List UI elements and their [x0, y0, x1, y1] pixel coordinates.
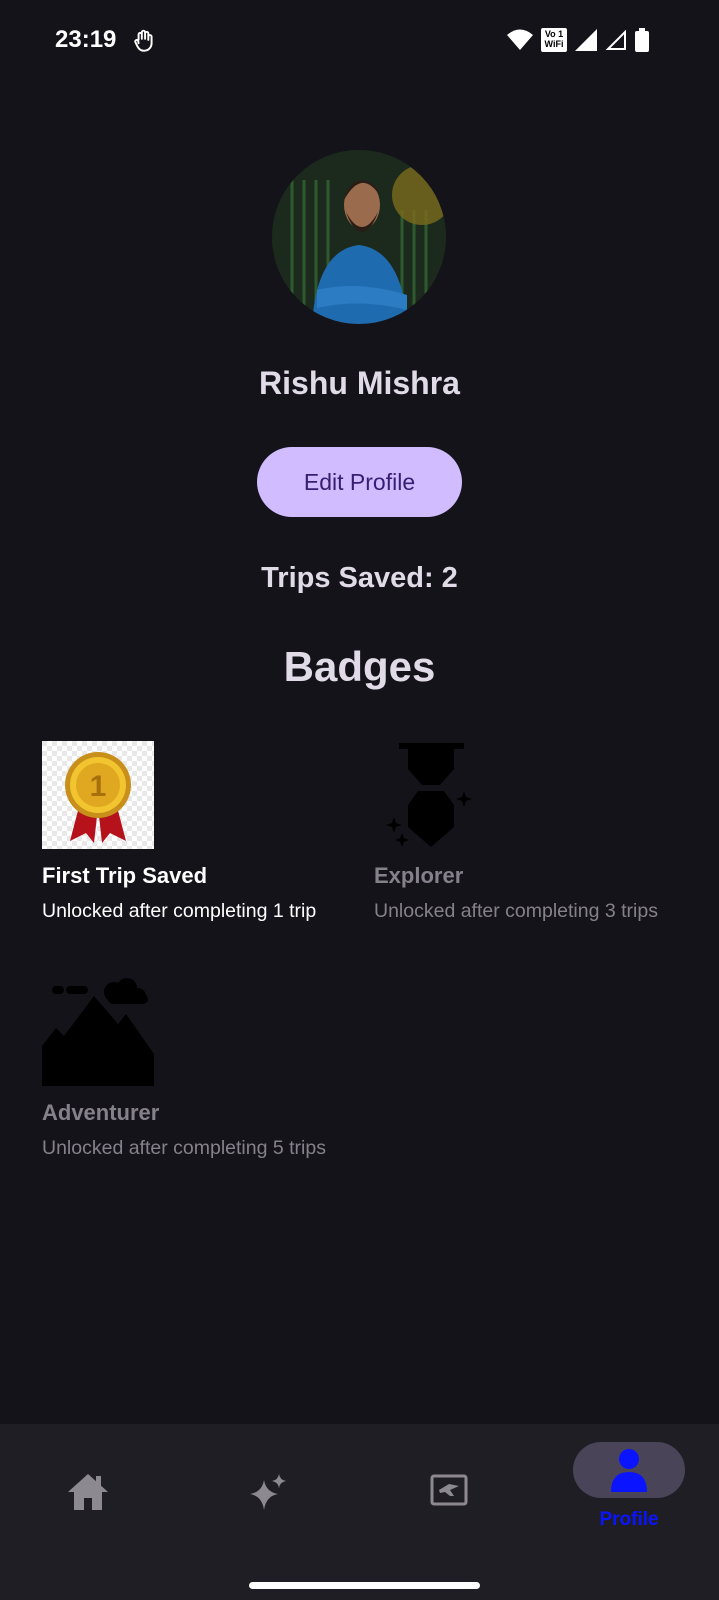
edit-profile-button[interactable]: Edit Profile: [257, 447, 462, 517]
badges-heading: Badges: [283, 643, 436, 690]
trips-saved-count: Trips Saved: 2: [261, 562, 458, 594]
status-time: 23:19: [55, 26, 117, 53]
avatar: [272, 150, 446, 324]
vowifi-icon: Vo 1 WiFi: [541, 28, 567, 52]
explorer-medal-icon: [374, 741, 486, 849]
nav-profile[interactable]: [573, 1442, 685, 1498]
sparkles-icon: [250, 1474, 286, 1510]
bottom-navigation: Profile: [0, 1424, 719, 1600]
home-indicator[interactable]: [249, 1582, 480, 1589]
signal-icon-2: [605, 29, 626, 50]
status-bar: 23:19 Vo 1 WiFi: [0, 0, 719, 84]
badge-adventurer: Adventurer Unlocked after completing 5 t…: [42, 978, 332, 1161]
status-icons: Vo 1 WiFi: [507, 28, 649, 52]
profile-name: Rishu Mishra: [259, 365, 460, 401]
svg-text:1: 1: [90, 770, 107, 803]
battery-icon: [635, 28, 649, 52]
home-icon: [68, 1474, 108, 1510]
signal-icon: [575, 29, 597, 51]
badge-name: Adventurer: [42, 1100, 160, 1125]
ticket-icon: [430, 1474, 468, 1506]
gold-medal-icon: 1: [42, 741, 154, 849]
mountain-icon: [42, 978, 154, 1086]
wifi-icon: [507, 29, 533, 50]
nav-ai[interactable]: [208, 1424, 328, 1534]
nav-profile-label[interactable]: Profile: [573, 1509, 685, 1531]
badge-first-trip-saved: 1 First Trip Saved Unlocked after comple…: [42, 741, 352, 924]
badge-name: Explorer: [374, 863, 464, 888]
badge-explorer: Explorer Unlocked after completing 3 tri…: [374, 741, 664, 924]
badge-name: First Trip Saved: [42, 863, 208, 888]
gesture-hand-icon: [134, 29, 153, 52]
person-icon: [611, 1449, 647, 1492]
nav-home[interactable]: [29, 1424, 149, 1534]
nav-trips[interactable]: [388, 1424, 508, 1534]
badge-description: Unlocked after completing 3 trips: [374, 900, 658, 922]
badge-description: Unlocked after completing 5 trips: [42, 1137, 326, 1159]
badge-description: Unlocked after completing 1 trip: [42, 900, 317, 922]
